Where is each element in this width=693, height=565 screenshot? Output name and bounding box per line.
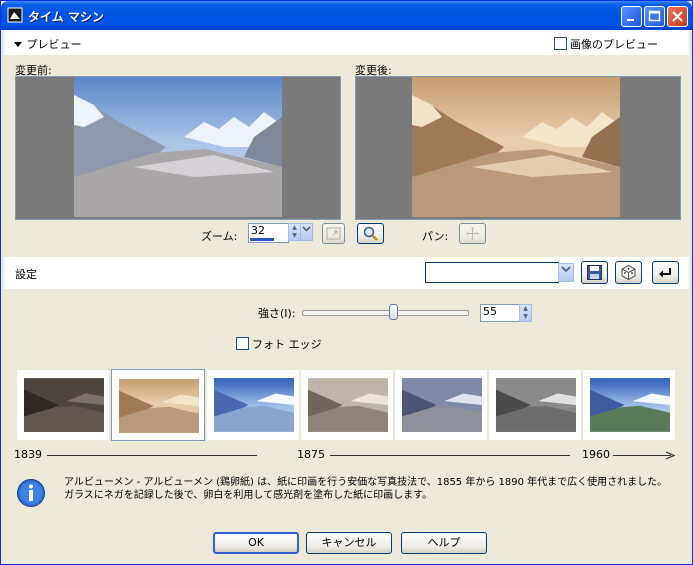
floppy-disk-icon [587, 265, 602, 280]
timeline-line [330, 455, 570, 456]
undo-arrow-icon [659, 268, 671, 278]
timeline-arrow-icon [666, 451, 675, 460]
title-bar[interactable]: タイム マシン [1, 1, 692, 30]
style-thumbnail[interactable] [17, 370, 109, 440]
info-text-line: ガラスにネガを記録した後で、卵白を利用して感光剤を塗布した紙に印画します。 [64, 490, 433, 501]
minimize-icon [627, 19, 634, 21]
style-preview-image [402, 378, 482, 432]
reset-button[interactable] [652, 261, 679, 284]
zoom-tool-button[interactable] [357, 223, 384, 244]
after-image [412, 77, 620, 217]
ok-button-label: OK [248, 536, 264, 549]
style-thumbnail[interactable] [301, 370, 393, 440]
strength-input[interactable]: 55 [480, 304, 520, 322]
before-preview-panel[interactable] [15, 76, 341, 220]
preview-toggle[interactable]: プレビュー [14, 36, 82, 52]
strength-slider[interactable] [302, 304, 469, 320]
preview-header: プレビュー 画像のプレビュー [4, 30, 689, 55]
photo-edge-checkbox[interactable]: フォト エッジ [236, 336, 326, 351]
info-text-line: アルビューメン - アルビューメン (鶏卵紙) は、紙に印画を行う安価な写真技法… [64, 477, 668, 488]
timeline-end-label: 1960 [582, 448, 610, 461]
cancel-button-label: キャンセル [321, 536, 377, 549]
info-text: アルビューメン - アルビューメン (鶏卵紙) は、紙に印画を行う安価な写真技法… [64, 476, 684, 502]
settings-label: 設定 [15, 268, 37, 281]
time-machine-window: タイム マシン プレビュー 画像のプレビュー 変更前: 変更後: ズーム: 32… [0, 0, 693, 565]
zoom-label: ズーム: [201, 230, 238, 243]
style-thumbnail[interactable] [395, 370, 487, 440]
minimize-button[interactable] [621, 6, 642, 27]
preview-toggle-label: プレビュー [26, 38, 82, 51]
info-icon [17, 479, 45, 507]
preset-select[interactable] [425, 262, 559, 283]
app-icon [7, 7, 23, 23]
style-preview-image [24, 378, 104, 432]
close-icon [672, 11, 683, 22]
settings-band: 設定 [4, 257, 689, 289]
pan-button[interactable] [459, 223, 486, 244]
zoom-level-bar [250, 238, 274, 241]
triangle-down-icon [14, 42, 22, 47]
image-preview-checkbox[interactable]: 画像のプレビュー [554, 36, 674, 51]
chevron-down-icon [561, 266, 571, 273]
timeline-line [613, 455, 671, 456]
window-title: タイム マシン [28, 10, 104, 24]
ok-button[interactable]: OK [213, 532, 299, 554]
zoom-dropdown-button[interactable] [300, 223, 313, 241]
after-preview-panel[interactable] [355, 76, 681, 220]
photo-edge-checkbox-box[interactable] [236, 337, 249, 350]
style-thumbnail[interactable] [489, 370, 581, 440]
strength-label: 強さ(I): [258, 307, 296, 320]
magnifier-icon [363, 226, 378, 241]
timeline-start-label: 1839 [14, 448, 42, 461]
zoom-value: 32 [251, 224, 265, 237]
style-preview-image [119, 379, 199, 433]
move-icon [466, 227, 479, 240]
style-thumbnail[interactable] [207, 370, 299, 440]
image-preview-label: 画像のプレビュー [570, 38, 658, 51]
timeline-middle-label: 1875 [297, 448, 325, 461]
zoom-input[interactable]: 32 [248, 223, 289, 243]
help-button[interactable]: ヘルプ [401, 532, 487, 554]
maximize-icon [648, 10, 661, 22]
pan-label: パン: [422, 230, 449, 243]
maximize-button[interactable] [644, 6, 665, 27]
close-button[interactable] [667, 6, 688, 27]
fit-window-icon [326, 227, 341, 240]
style-preview-image [214, 378, 294, 432]
dialog-client: プレビュー 画像のプレビュー 変更前: 変更後: ズーム: 32 ▲ ▼ パン:… [4, 30, 689, 562]
strength-spinner[interactable]: ▲ ▼ [519, 304, 532, 322]
before-image [74, 77, 282, 217]
cancel-button[interactable]: キャンセル [306, 532, 392, 554]
style-preview-image [590, 378, 670, 432]
dice-icon [621, 264, 636, 281]
save-preset-button[interactable] [581, 261, 608, 284]
photo-edge-label: フォト エッジ [252, 338, 322, 351]
random-preset-button[interactable] [615, 261, 642, 284]
preset-dropdown-button[interactable] [558, 263, 574, 282]
strength-value: 55 [483, 305, 497, 318]
fit-to-window-button[interactable] [322, 223, 345, 244]
chevron-down-icon [302, 226, 311, 232]
style-preview-image [308, 378, 388, 432]
style-thumbnail-selected[interactable] [111, 369, 205, 441]
image-preview-checkbox-box[interactable] [554, 37, 567, 50]
timeline-line [47, 455, 257, 456]
help-button-label: ヘルプ [427, 536, 461, 549]
style-preview-image [496, 378, 576, 432]
style-thumbnail[interactable] [583, 370, 675, 440]
strength-slider-thumb[interactable] [389, 304, 398, 320]
